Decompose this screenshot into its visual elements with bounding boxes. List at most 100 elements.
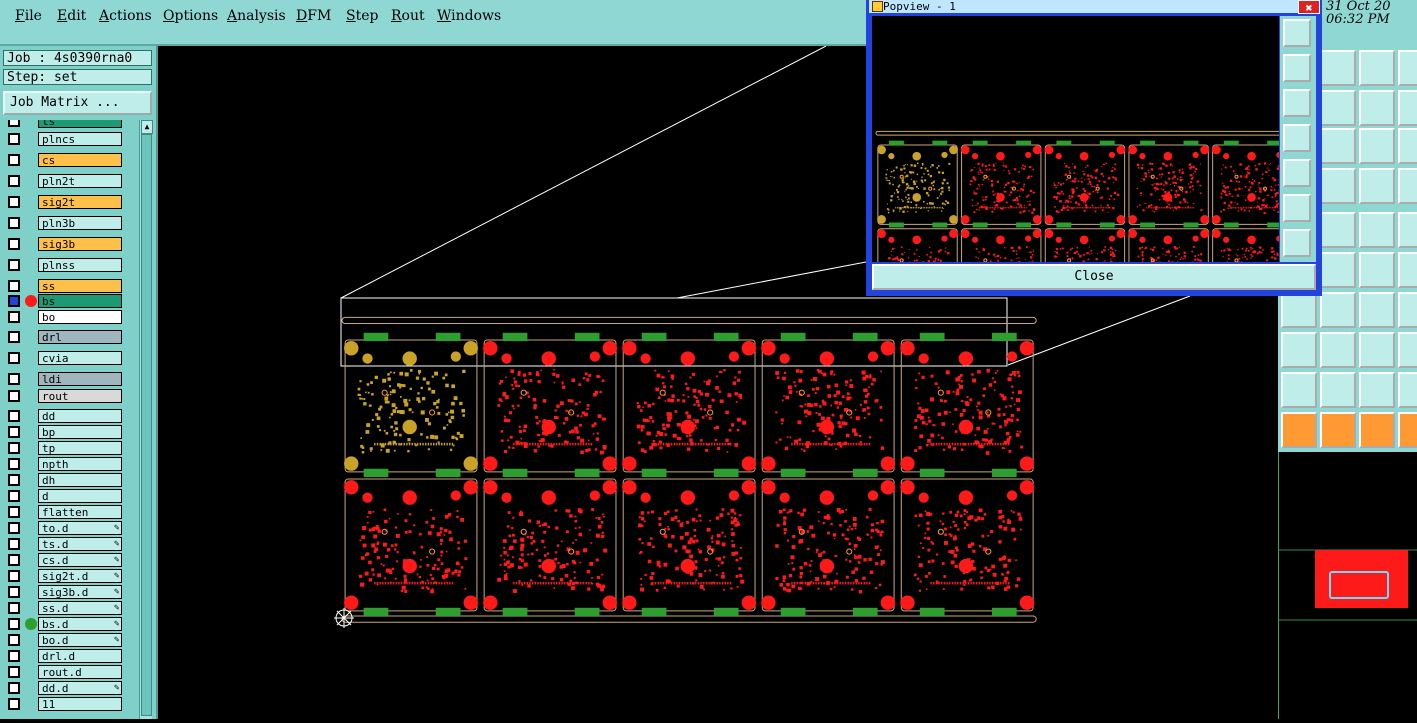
tool-button[interactable] [1320,50,1356,86]
tool-button[interactable] [1359,168,1395,204]
menu-step[interactable]: Step [346,8,378,24]
tool-button[interactable] [1320,332,1356,368]
layer-row-tp[interactable]: tp [4,441,138,455]
layer-checkbox[interactable] [8,554,20,566]
layer-checkbox[interactable] [8,682,20,694]
tool-button[interactable] [1281,372,1317,408]
scroll-up-icon[interactable]: ▲ [141,120,153,134]
tool-button[interactable] [1359,332,1395,368]
tool-button[interactable] [1398,332,1417,368]
layer-row-dd[interactable]: dd [4,409,138,423]
tool-button[interactable] [1359,252,1395,288]
popview-tool-button[interactable] [1283,89,1311,117]
layer-checkbox[interactable] [8,280,20,292]
popview-tool-button[interactable] [1283,54,1311,82]
layer-checkbox[interactable] [8,175,20,187]
tool-button[interactable] [1281,292,1317,328]
menu-windows[interactable]: Windows [437,8,501,24]
layer-checkbox[interactable] [8,650,20,662]
layer-name[interactable]: 11 [38,697,122,711]
popview-tool-button[interactable] [1283,194,1311,222]
tool-button[interactable] [1320,252,1356,288]
layer-name[interactable]: cs.d [38,553,122,567]
layer-name[interactable]: dd [38,409,122,423]
layer-name[interactable]: cvia [38,351,122,365]
layer-checkbox[interactable] [8,442,20,454]
layer-name[interactable]: d [38,489,122,503]
layer-row-11[interactable]: 11 [4,697,138,711]
layer-name[interactable]: sig2t.d [38,569,122,583]
layer-row-dh[interactable]: dh [4,473,138,487]
layer-checkbox[interactable] [8,698,20,710]
layer-checkbox[interactable] [8,373,20,385]
layer-list-scrollbar[interactable]: ▲ [139,120,152,719]
layer-checkbox[interactable] [8,538,20,550]
tool-button[interactable] [1320,372,1356,408]
menu-dfm[interactable]: DFM [296,8,331,24]
layer-name[interactable]: ts [38,120,122,128]
tool-button[interactable] [1320,128,1356,164]
layer-name[interactable]: cs [38,153,122,167]
layer-checkbox[interactable] [8,490,20,502]
layer-row-bs[interactable]: bs [4,294,138,308]
tool-button[interactable] [1398,90,1417,126]
layer-row-ts.d[interactable]: ts.d✎ [4,537,138,551]
tool-button[interactable] [1398,128,1417,164]
layer-name[interactable]: rout.d [38,665,122,679]
layer-checkbox[interactable] [8,522,20,534]
popview-tool-button[interactable] [1283,159,1311,187]
layer-row-sig2t[interactable]: sig2t [4,195,138,209]
tool-button[interactable] [1320,90,1356,126]
layer-name[interactable]: drl [38,330,122,344]
layer-checkbox[interactable] [8,259,20,271]
layer-checkbox[interactable] [8,120,20,127]
layer-checkbox[interactable] [8,352,20,364]
menu-actions[interactable]: Actions [99,8,152,24]
layer-row-bo.d[interactable]: bo.d✎ [4,633,138,647]
tool-button[interactable] [1398,212,1417,248]
tool-button[interactable] [1320,168,1356,204]
layer-checkbox[interactable] [8,666,20,678]
layer-row-to.d[interactable]: to.d✎ [4,521,138,535]
layer-row-cs.d[interactable]: cs.d✎ [4,553,138,567]
layer-row-plnss[interactable]: plnss [4,258,138,272]
layer-row-bo[interactable]: bo [4,310,138,324]
close-icon[interactable]: ✖ [1298,0,1320,14]
layer-row-bs.d[interactable]: bs.d✎ [4,617,138,631]
layer-row-sig3b[interactable]: sig3b [4,237,138,251]
layer-name[interactable]: dh [38,473,122,487]
layer-checkbox[interactable] [8,634,20,646]
popview-tool-button[interactable] [1283,19,1311,47]
tool-button[interactable] [1398,168,1417,204]
layer-row-ldi[interactable]: ldi [4,372,138,386]
tool-button[interactable] [1359,412,1395,448]
layer-name[interactable]: rout [38,389,122,403]
layer-row-cvia[interactable]: cvia [4,351,138,365]
tool-button[interactable] [1320,212,1356,248]
layer-checkbox[interactable] [8,238,20,250]
popview-close-button[interactable]: Close [872,264,1316,290]
layer-checkbox[interactable] [8,618,20,630]
layer-row-npth[interactable]: npth [4,457,138,471]
menu-analysis[interactable]: Analysis [227,8,286,24]
tool-button[interactable] [1359,212,1395,248]
layer-checkbox[interactable] [8,331,20,343]
layer-name[interactable]: sig3b.d [38,585,122,599]
layer-name[interactable]: bp [38,425,122,439]
tool-button[interactable] [1281,412,1317,448]
layer-checkbox[interactable] [8,154,20,166]
layer-row-plncs[interactable]: plncs [4,132,138,146]
layer-row-flatten[interactable]: flatten [4,505,138,519]
layer-checkbox[interactable] [8,217,20,229]
tool-button[interactable] [1359,292,1395,328]
layer-name[interactable]: sig3b [38,237,122,251]
menu-options[interactable]: Options [163,8,218,24]
popview-window[interactable]: Popview - 1 ✖ Close [866,0,1322,296]
tool-button[interactable] [1320,412,1356,448]
layer-checkbox[interactable] [8,602,20,614]
tool-button[interactable] [1398,50,1417,86]
layer-row-d[interactable]: d [4,489,138,503]
layer-row-rout[interactable]: rout [4,389,138,403]
layer-checkbox[interactable] [8,295,20,307]
layer-row-pln2t[interactable]: pln2t [4,174,138,188]
